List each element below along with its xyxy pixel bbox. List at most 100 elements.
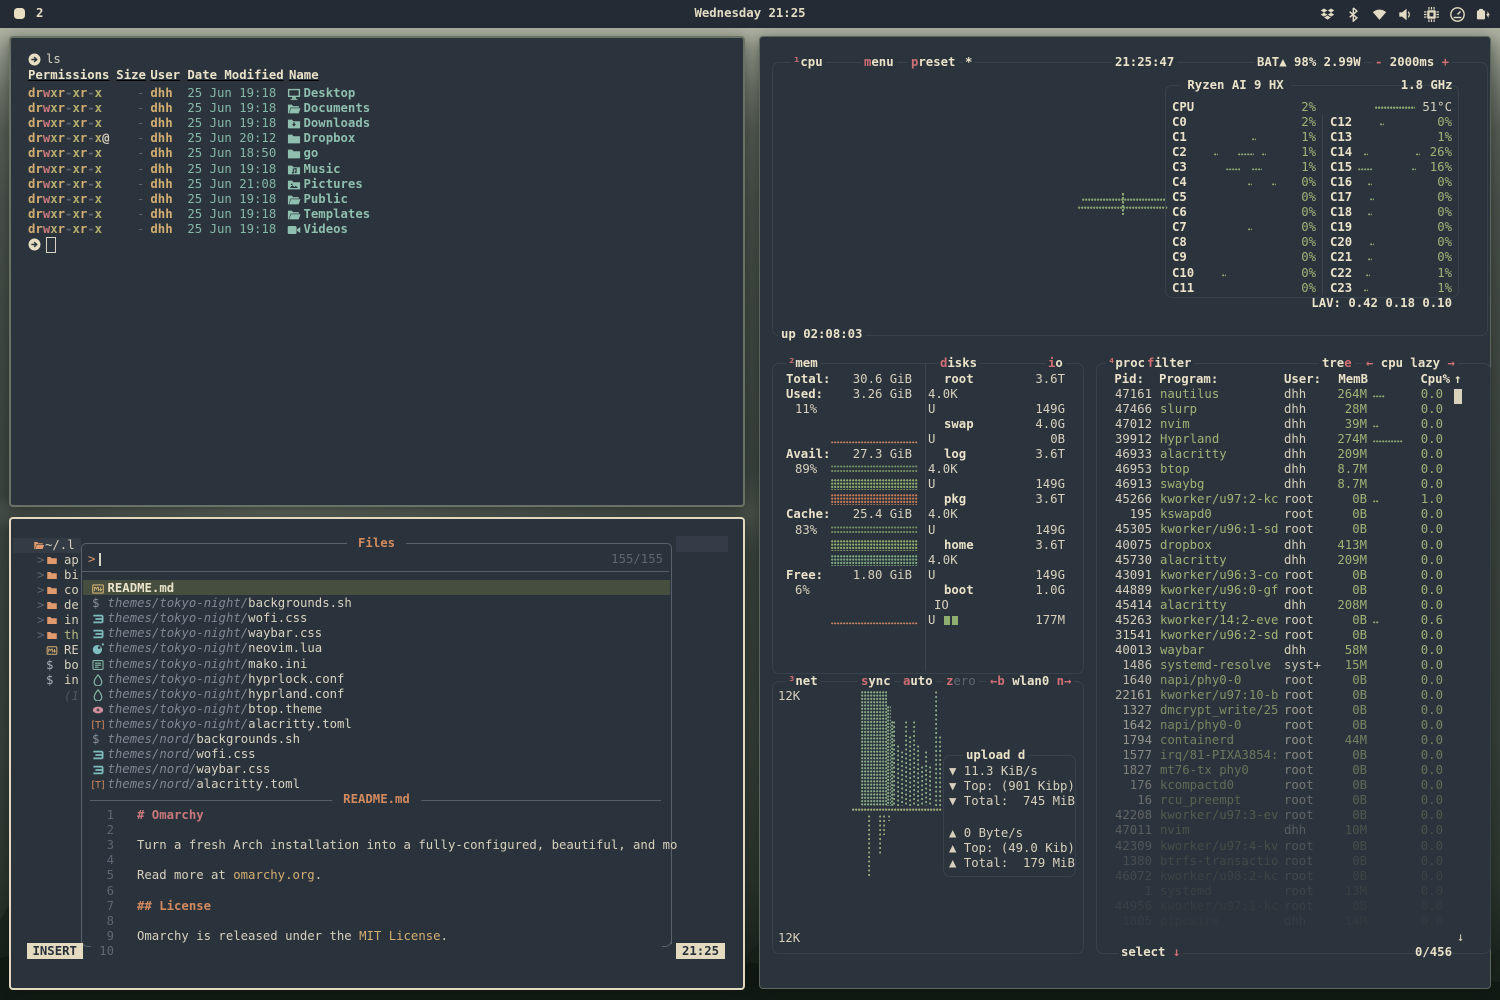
proc-cpu: 0.0 [1421,899,1443,914]
proc-row[interactable]: 1827mt76-tx phy0root0B0.0 [1096,763,1489,778]
proc-user: root [1284,808,1314,823]
mem-free-graph [831,622,918,626]
proc-row[interactable]: 39912Hyprlanddhh274M0.0 [1096,432,1489,447]
proc-row[interactable]: 1577irq/81-PIXA3854:root0B0.0 [1096,748,1489,763]
neovim-window[interactable]: ~/.l>ap>bi>co>de>in>thRE$bo$in(1 h Files… [9,517,745,990]
terminal-window[interactable]: lsPermissionsSizeUserDate ModifiedNamedr… [9,36,745,507]
preset-button[interactable]: preset [908,55,958,70]
proc-row[interactable]: 1642napi/phy0-0root0B0.0 [1096,718,1489,733]
load-average: LAV: 0.42 0.18 0.10 [1311,296,1452,311]
proc-row[interactable]: 1380btrfs-transactioroot0B0.0 [1096,854,1489,869]
core-label: C8 [1172,235,1187,250]
proc-row[interactable]: 45730alacrittydhh209M0.0 [1096,553,1489,568]
proc-user: root [1284,869,1314,884]
proc-row[interactable]: 1640napi/phy0-0root0B0.0 [1096,673,1489,688]
picker-cursor[interactable] [99,553,101,566]
proc-row[interactable]: 1327dmcrypt_write/25root0B0.0 [1096,703,1489,718]
cpu-chip-icon[interactable] [1424,7,1439,22]
proc-header-pid[interactable]: Pid: [1114,372,1144,387]
proc-row[interactable]: 176kcompactd0root0B0.0 [1096,778,1489,793]
proc-header-mem[interactable]: MemB [1338,372,1368,387]
proc-row[interactable]: 45266kworker/u97:2-kcroot0B1.0 [1096,492,1489,507]
bluetooth-icon[interactable] [1346,7,1361,22]
proc-row[interactable]: 1794containerdroot44M0.0 [1096,733,1489,748]
net-zero-button[interactable]: zero [943,674,979,689]
gauge-icon[interactable] [1450,7,1465,22]
proc-pid: 39912 [1115,432,1152,447]
net-box-title[interactable]: ³net [786,674,820,689]
proc-sort-selector[interactable]: ← cpu lazy → [1363,356,1458,371]
proc-row[interactable]: 1systemdroot13M0.0 [1096,884,1489,899]
mem-box-title[interactable]: ²mem [786,356,820,371]
proc-row[interactable]: 43091kworker/u96:3-coroot0B0.0 [1096,568,1489,583]
proc-cpu: 0.0 [1421,417,1443,432]
terminal-cursor[interactable] [46,237,56,253]
proc-row[interactable]: 1805pipewiredhh14M0.0 [1096,914,1489,929]
battery-plug-icon[interactable] [1476,7,1491,22]
io-title[interactable]: io [1046,356,1065,371]
wifi-icon[interactable] [1372,7,1387,22]
net-auto-button[interactable]: auto [900,674,936,689]
proc-row[interactable]: 195kswapd0root0B0.0 [1096,507,1489,522]
disk-name: root [944,372,974,387]
volume-icon[interactable] [1398,7,1413,22]
proc-row[interactable]: 46933alacrittydhh209M0.0 [1096,447,1489,462]
net-download-graph [909,736,911,806]
proc-pid: 1805 [1122,914,1152,929]
proc-header-cpu[interactable]: Cpu% [1420,372,1450,387]
proc-box-title[interactable]: ⁴proc [1106,356,1147,371]
proc-row[interactable]: 44889kworker/u96:0-gfroot0B0.0 [1096,583,1489,598]
ls-date: 25 Jun 19:18 [187,86,276,101]
file-item-label: themes/nord/alacritty.toml [108,777,301,792]
proc-row[interactable]: 1486systemd-resolvesyst+15M0.0 [1096,658,1489,673]
proc-program: kworker/u97:1-kc [1160,899,1278,914]
proc-row[interactable]: 22161kworker/u97:10-broot0B0.0 [1096,688,1489,703]
proc-scroll-down-icon[interactable]: ↓ [1457,930,1464,945]
proc-user: root [1284,613,1314,628]
proc-select-hint[interactable]: select ↓ [1118,945,1183,960]
core-label: C18 [1330,205,1352,220]
dropbox-icon[interactable] [1320,7,1335,22]
disks-divider [925,364,926,671]
proc-mem: 209M [1337,553,1367,568]
net-interface[interactable]: ←b wlan0 n→ [987,674,1074,689]
menu-button[interactable]: menu [861,55,897,70]
proc-scroll-up-icon[interactable]: ↑ [1454,372,1461,387]
proc-row[interactable]: 45414alacrittydhh208M0.0 [1096,598,1489,613]
proc-row[interactable]: 47012nvimdhh39M0.0 [1096,417,1489,432]
proc-row[interactable]: 46953btopdhh8.7M0.0 [1096,462,1489,477]
proc-row[interactable]: 40075dropboxdhh413M0.0 [1096,538,1489,553]
disk-stat-label: U [928,402,935,417]
proc-row[interactable]: 42208kworker/u97:3-evroot0B0.0 [1096,808,1489,823]
disk-total: 3.6T [1035,492,1065,507]
proc-row[interactable]: 16rcu_preemptroot0B0.0 [1096,793,1489,808]
bar-clock[interactable]: Wednesday 21:25 [0,6,1500,21]
ls-user: dhh [150,131,172,146]
mem-stat-value: 30.6 GiB [853,372,912,387]
proc-filter-button[interactable]: filter [1144,356,1194,371]
proc-row[interactable]: 47011nvimdhh10M0.0 [1096,823,1489,838]
proc-tree-button[interactable]: tree [1319,356,1355,371]
proc-mem: 0B [1352,869,1367,884]
proc-row[interactable]: 46913swaybgdhh8.7M0.0 [1096,477,1489,492]
proc-row[interactable]: 31541kworker/u96:2-sdroot0B0.0 [1096,628,1489,643]
proc-header-user[interactable]: User: [1284,372,1321,387]
proc-pid: 45263 [1115,613,1152,628]
net-sync-button[interactable]: sync [858,674,894,689]
proc-row[interactable]: 44956kworker/u97:1-kcroot0B0.0 [1096,899,1489,914]
proc-row[interactable]: 47466slurpdhh28M0.0 [1096,402,1489,417]
disks-title[interactable]: disks [938,356,979,371]
proc-row[interactable]: 45305kworker/u96:1-sdroot0B0.0 [1096,522,1489,537]
proc-row[interactable]: 46072kworker/u98:2-kcroot0B0.0 [1096,869,1489,884]
proc-row[interactable]: 45263kworker/14:2-everoot0B0.6 [1096,613,1489,628]
update-interval[interactable]: - 2000ms + [1372,55,1452,70]
proc-cpu: 0.0 [1421,688,1443,703]
btop-window[interactable]: ¹cpumenupreset*21:25:47BAT▲ 98% 2.99W- 2… [759,36,1491,989]
proc-row[interactable]: 42309kworker/u97:4-kvroot0B0.0 [1096,839,1489,854]
proc-row[interactable]: 47161nautilusdhh264M0.0 [1096,387,1489,402]
proc-row[interactable]: 40013waybardhh58M0.0 [1096,643,1489,658]
proc-cpu: 0.0 [1421,628,1443,643]
core-graph [1222,274,1226,278]
cpu-box-title[interactable]: ¹cpu [790,55,826,70]
proc-header-program[interactable]: Program: [1159,372,1218,387]
